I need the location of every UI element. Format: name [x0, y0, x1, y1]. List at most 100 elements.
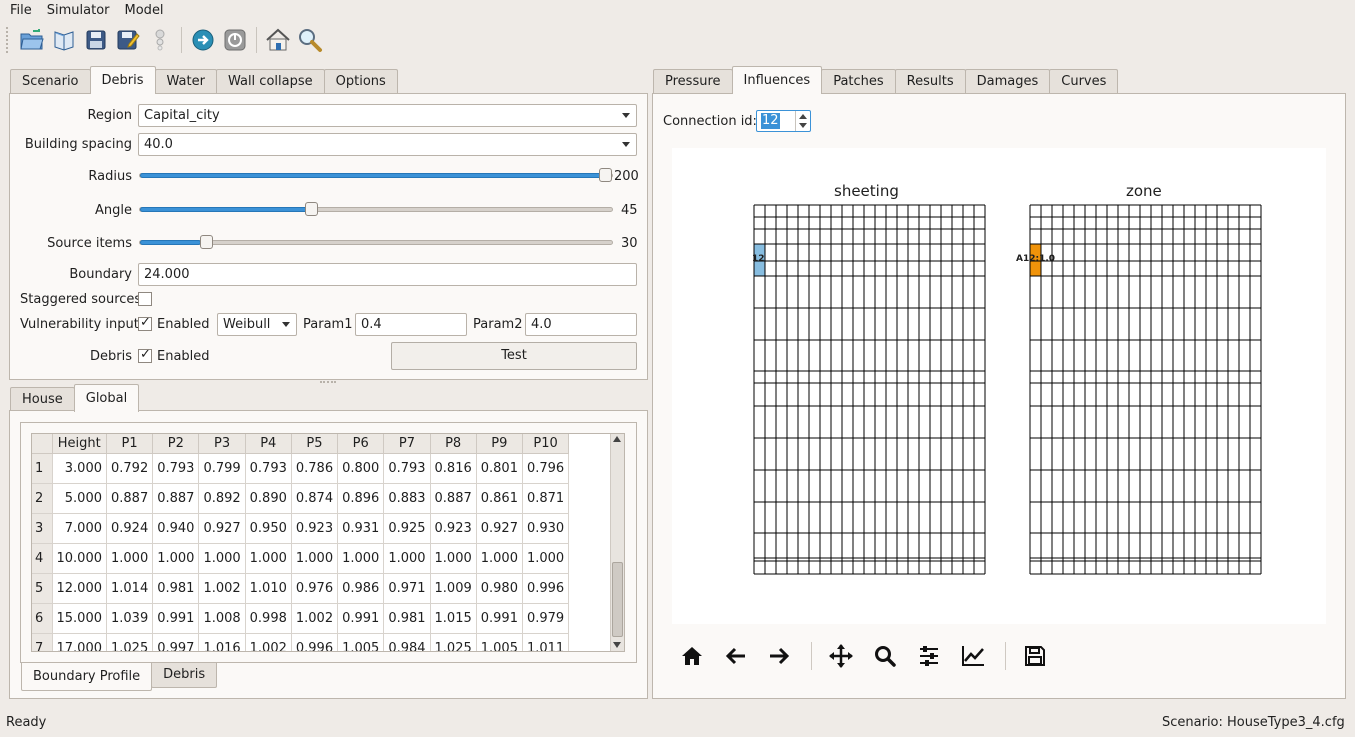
table-cell[interactable]: 0.793 [383, 453, 431, 484]
staggered-sources-checkbox[interactable] [138, 292, 152, 306]
table-row[interactable]: 1 3.000 0.792 0.793 0.799 0.793 0.786 0.800 0.79… [32, 453, 570, 484]
table-cell[interactable]: 0.981 [152, 573, 200, 604]
table-cell[interactable]: 0.871 [522, 483, 570, 514]
table-cell[interactable]: 0.924 [106, 513, 154, 544]
table-cell[interactable]: 0.887 [152, 483, 200, 514]
table-cell[interactable]: 0.801 [476, 453, 523, 484]
table-cell[interactable]: 1.005 [476, 633, 523, 651]
table-cell[interactable]: 0.816 [430, 453, 477, 484]
table-cell[interactable]: 1.000 [245, 543, 292, 574]
table-cell[interactable]: 0.896 [337, 483, 385, 514]
table-cell[interactable]: 0.991 [337, 603, 385, 634]
column-header[interactable]: P4 [245, 434, 292, 454]
table-cell[interactable]: 0.861 [476, 483, 523, 514]
table-cell[interactable]: 0.890 [245, 483, 292, 514]
angle-slider-handle[interactable] [305, 202, 318, 216]
table-row[interactable]: 6 15.000 1.039 0.991 1.008 0.998 1.002 0.991 0.9… [32, 603, 570, 634]
table-cell[interactable]: 0.927 [476, 513, 523, 544]
table-cell[interactable]: 0.927 [198, 513, 246, 544]
tab-bottom-debris[interactable]: Debris [151, 663, 218, 688]
column-header[interactable]: P9 [476, 434, 523, 454]
row-header[interactable]: 1 [32, 453, 53, 484]
tab-influences[interactable]: Influences [731, 66, 823, 94]
table-corner[interactable] [32, 434, 53, 454]
table-cell[interactable]: 1.000 [383, 543, 431, 574]
search-icon[interactable] [294, 24, 326, 56]
spin-down-icon[interactable] [799, 123, 807, 128]
table-cell[interactable]: 1.015 [430, 603, 477, 634]
table-cell[interactable]: 1.025 [106, 633, 154, 651]
column-header[interactable]: P2 [152, 434, 200, 454]
toolbar-grip[interactable] [6, 27, 10, 53]
column-header[interactable]: P5 [291, 434, 339, 454]
table-cell[interactable]: 1.025 [430, 633, 477, 651]
column-header[interactable]: P3 [198, 434, 246, 454]
plot-home-icon[interactable] [676, 640, 708, 672]
table-cell[interactable]: 0.874 [291, 483, 339, 514]
debris-enabled-checkbox[interactable]: ✓ [138, 347, 152, 363]
tab-global[interactable]: Global [73, 384, 140, 412]
save-icon[interactable] [80, 24, 112, 56]
column-header[interactable]: P8 [430, 434, 477, 454]
table-cell[interactable]: 0.887 [106, 483, 154, 514]
pan-icon[interactable] [825, 640, 857, 672]
tab-scenario[interactable]: Scenario [10, 69, 91, 94]
table-cell[interactable]: 0.991 [152, 603, 200, 634]
vulnerability-distribution-select[interactable]: Weibull [217, 313, 297, 336]
back-arrow-icon[interactable] [720, 640, 752, 672]
table-cell[interactable]: 0.931 [337, 513, 385, 544]
menu-model[interactable]: Model [115, 1, 169, 20]
table-cell[interactable]: 0.793 [245, 453, 292, 484]
spin-up-icon[interactable] [799, 114, 807, 119]
table-cell[interactable]: 0.923 [291, 513, 339, 544]
tab-results[interactable]: Results [894, 69, 966, 94]
edit-axes-icon[interactable] [957, 640, 989, 672]
column-header[interactable]: P1 [106, 434, 154, 454]
table-cell[interactable]: 0.786 [291, 453, 339, 484]
table-cell[interactable]: 0.997 [152, 633, 200, 651]
tab-boundary-profile[interactable]: Boundary Profile [21, 663, 153, 691]
table-cell[interactable]: 0.892 [198, 483, 246, 514]
scroll-down-arrow-icon[interactable] [613, 642, 621, 648]
table-cell[interactable]: 0.950 [245, 513, 292, 544]
scroll-up-arrow-icon[interactable] [613, 436, 621, 442]
vulnerability-enabled-checkbox[interactable]: ✓ [138, 315, 152, 331]
table-cell[interactable]: 0.971 [383, 573, 431, 604]
table-cell[interactable]: 1.008 [198, 603, 246, 634]
table-cell[interactable]: 1.002 [245, 633, 292, 651]
table-cell[interactable]: 1.000 [522, 543, 570, 574]
table-cell[interactable]: 0.800 [337, 453, 385, 484]
table-row[interactable]: 5 12.000 1.014 0.981 1.002 1.010 0.976 0.986 0.9… [32, 573, 570, 604]
table-cell[interactable]: 12.000 [52, 573, 107, 604]
table-cell[interactable]: 1.000 [476, 543, 523, 574]
open-folder-icon[interactable] [16, 24, 48, 56]
table-cell[interactable]: 0.980 [476, 573, 523, 604]
table-row[interactable]: 7 17.000 1.025 0.997 1.016 1.002 0.996 1.005 0.9… [32, 633, 570, 651]
table-row[interactable]: 2 5.000 0.887 0.887 0.892 0.890 0.874 0.896 0.88… [32, 483, 570, 514]
table-cell[interactable]: 0.984 [383, 633, 431, 651]
tab-curves[interactable]: Curves [1049, 69, 1119, 94]
table-cell[interactable]: 1.000 [291, 543, 339, 574]
table-cell[interactable]: 0.883 [383, 483, 431, 514]
save-as-icon[interactable] [112, 24, 144, 56]
table-cell[interactable]: 17.000 [52, 633, 107, 651]
table-cell[interactable]: 1.009 [430, 573, 477, 604]
table-row[interactable]: 3 7.000 0.924 0.940 0.927 0.950 0.923 0.931 0.92… [32, 513, 570, 544]
table-cell[interactable]: 1.039 [106, 603, 154, 634]
row-header[interactable]: 5 [32, 573, 53, 604]
column-header[interactable]: P10 [522, 434, 570, 454]
table-cell[interactable]: 3.000 [52, 453, 107, 484]
table-cell[interactable]: 1.000 [198, 543, 246, 574]
subplots-icon[interactable] [913, 640, 945, 672]
column-header[interactable]: P6 [337, 434, 385, 454]
row-header[interactable]: 3 [32, 513, 53, 544]
table-cell[interactable]: 0.991 [476, 603, 523, 634]
boundary-profile-table[interactable]: Height P1 P2 P3 P4 P5 P6 P7 P8 P9 P10 13… [31, 433, 625, 652]
table-cell[interactable]: 0.986 [337, 573, 385, 604]
table-cell[interactable]: 1.011 [522, 633, 570, 651]
tab-water[interactable]: Water [154, 69, 217, 94]
column-header[interactable]: Height [52, 434, 107, 454]
table-cell[interactable]: 15.000 [52, 603, 107, 634]
table-cell[interactable]: 1.000 [430, 543, 477, 574]
table-cell[interactable]: 0.930 [522, 513, 570, 544]
